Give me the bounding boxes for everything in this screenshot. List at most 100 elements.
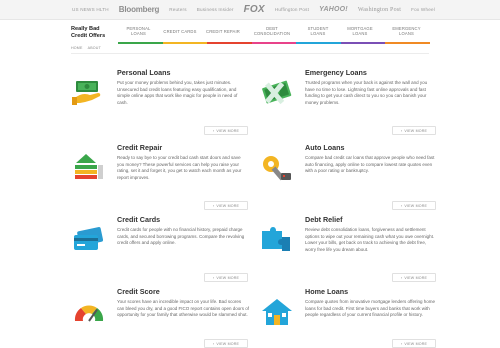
card-description: Trusted programs when your back is again… [305, 80, 428, 105]
score-gauge-icon [72, 297, 106, 327]
nav-label-line-1: Credit Repair [206, 28, 240, 34]
card-title[interactable]: Emergency Loans [305, 68, 367, 77]
category-card-emergency-loans: Emergency Loans Trusted programs when you… [260, 68, 440, 136]
category-card-home-loans: Home Loans Compare quotes from innovative… [260, 287, 440, 348]
view-more-label: VIEW MORE [216, 341, 240, 346]
nav-item-mortgage[interactable]: Mortgage Loans [337, 23, 383, 41]
press-logo: YAHOO! [319, 6, 348, 13]
nav-color-bar [118, 42, 431, 44]
view-more-label: VIEW MORE [404, 275, 428, 280]
category-card-credit-cards: Credit Cards Credit cards for people with… [72, 215, 252, 283]
nav-color-segment [296, 42, 341, 44]
chevron-right-icon: › [400, 275, 403, 280]
nav-item-credit-repair[interactable]: Credit Repair [201, 23, 245, 41]
nav-label-line-2: Consolidation [253, 31, 291, 36]
nav-label-line-2: Loans [310, 31, 326, 36]
press-logo: Reuters [169, 7, 187, 12]
press-logo: Fox Wheel [411, 7, 435, 12]
view-more-label: VIEW MORE [404, 128, 428, 133]
nav-label-line-2: Loans [352, 31, 368, 36]
nav-label-line-1: Credit Cards [163, 28, 197, 34]
nav-item-student[interactable]: Student Loans [299, 23, 337, 41]
card-description: Put your money problems behind you, take… [117, 80, 238, 105]
view-more-label: VIEW MORE [216, 128, 240, 133]
card-title[interactable]: Personal Loans [117, 68, 171, 77]
nav-item-emergency[interactable]: Emergency Loans [383, 23, 430, 41]
credit-meter-icon [72, 153, 106, 183]
press-logos-bar: US NEWS HLTH Bloomberg Reuters Business Ins… [0, 0, 500, 20]
card-title[interactable]: Auto Loans [305, 143, 345, 152]
nav-item-label: Credit Repair [206, 28, 240, 35]
press-logo: Huffington Post [274, 7, 310, 12]
breadcrumb-current: ABOUT [87, 46, 101, 50]
chevron-right-icon: › [212, 275, 215, 280]
card-description: Compare bad credit car loans that approv… [305, 155, 435, 173]
breadcrumb: HOME ABOUT [71, 46, 105, 50]
nav-item-label: Debt Consolidation [253, 26, 291, 37]
card-title[interactable]: Credit Score [117, 287, 160, 296]
chevron-right-icon: › [212, 341, 215, 346]
nav-item-label: Credit Cards [163, 28, 197, 35]
card-title[interactable]: Home Loans [305, 287, 348, 296]
chevron-right-icon: › [212, 128, 215, 133]
nav-item-personal[interactable]: Personal Loans [118, 23, 159, 41]
view-more-button[interactable]: › VIEW MORE [204, 126, 248, 135]
view-more-label: VIEW MORE [216, 275, 240, 280]
credit-cards-icon [72, 225, 106, 255]
card-title[interactable]: Credit Cards [117, 215, 160, 224]
nav-color-segment [251, 42, 297, 44]
brand-line-2: Credit Offers [71, 32, 106, 39]
view-more-button[interactable]: › VIEW MORE [204, 273, 248, 282]
view-more-button[interactable]: › VIEW MORE [392, 339, 436, 348]
view-more-button[interactable]: › VIEW MORE [204, 201, 248, 210]
divider [71, 53, 429, 54]
nav-color-segment [207, 42, 252, 44]
money-hand-icon [72, 78, 106, 108]
press-logo: US NEWS HLTH [72, 7, 109, 12]
view-more-label: VIEW MORE [216, 203, 240, 208]
press-logo: Bloomberg [118, 5, 160, 14]
chevron-right-icon: › [400, 128, 403, 133]
nav-color-segment [162, 42, 208, 44]
nav-item-label: Personal Loans [126, 26, 150, 37]
view-more-button[interactable]: › VIEW MORE [392, 126, 436, 135]
press-logo: Business Insider [196, 7, 234, 12]
nav-item-label: Student Loans [308, 26, 329, 37]
house-icon [260, 297, 294, 327]
view-more-label: VIEW MORE [404, 203, 428, 208]
press-logo: Washington Post [357, 6, 402, 13]
nav-color-segment [118, 42, 163, 44]
site-logo[interactable]: Really Bad Credit Offers [71, 26, 117, 39]
category-card-credit-repair: Credit Repair Ready to say bye to your cr… [72, 143, 252, 211]
view-more-button[interactable]: › VIEW MORE [392, 273, 436, 282]
category-card-debt-relief: Debt Relief Review debt consolidation loa… [260, 215, 440, 283]
nav-color-segment [340, 42, 386, 44]
chevron-right-icon: › [400, 341, 403, 346]
nav-color-segment [385, 42, 431, 44]
nav-item-debt[interactable]: Debt Consolidation [245, 23, 299, 41]
card-description: Compare quotes from innovative mortgage … [305, 299, 435, 317]
chevron-right-icon: › [400, 203, 403, 208]
category-card-auto-loans: Auto Loans Compare bad credit car loans t… [260, 143, 440, 211]
nav-item-label: Mortgage Loans [347, 26, 373, 37]
press-logo: FOX [243, 4, 265, 15]
nav-label-line-2: Loans [399, 31, 414, 36]
site-header: Really Bad Credit Offers Personal Loans Cr… [0, 20, 500, 42]
nav-label-line-2: Loans [131, 31, 146, 36]
main-nav: Personal Loans Credit Cards Credit Repair De… [118, 23, 430, 41]
view-more-label: VIEW MORE [404, 341, 428, 346]
card-title[interactable]: Credit Repair [117, 143, 162, 152]
bandaged-money-icon [260, 78, 294, 108]
car-key-icon [260, 153, 294, 183]
category-card-personal-loans: Personal Loans Put your money problems be… [72, 68, 252, 136]
card-description: Ready to say bye to your credit bad cash… [117, 155, 242, 180]
category-card-credit-score: Credit Score Your scores have an incredib… [72, 287, 252, 348]
view-more-button[interactable]: › VIEW MORE [204, 339, 248, 348]
card-title[interactable]: Debt Relief [305, 215, 343, 224]
card-description: Review debt consolidation loans, forgive… [305, 227, 435, 252]
card-description: Your scores have an incredible impact on… [117, 299, 249, 317]
view-more-button[interactable]: › VIEW MORE [392, 201, 436, 210]
breadcrumb-home[interactable]: HOME [71, 46, 83, 50]
nav-item-credit-cards[interactable]: Credit Cards [159, 23, 201, 41]
chevron-right-icon: › [212, 203, 215, 208]
